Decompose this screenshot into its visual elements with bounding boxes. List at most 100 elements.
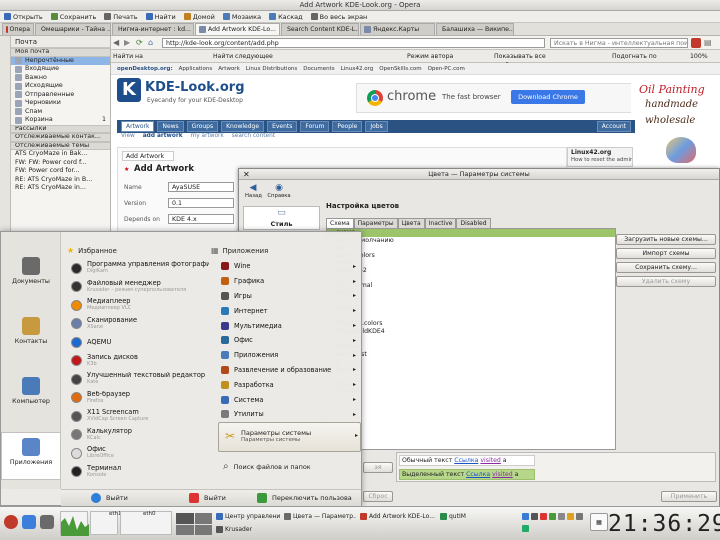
home-icon[interactable]: ⌂	[148, 38, 158, 48]
mail-section-header[interactable]: Рассылки	[11, 124, 110, 133]
mail-folder[interactable]: Исходящие	[11, 82, 110, 91]
leave-button-1[interactable]: Выйти	[91, 493, 128, 503]
opendesktop-nav-item[interactable]: Documents	[303, 66, 334, 72]
tray-flag-icon[interactable]	[540, 513, 547, 520]
cpu-graph[interactable]	[60, 511, 89, 536]
scheme-item[interactable]: ...Frost	[327, 290, 615, 298]
mail-badge-icon[interactable]	[691, 38, 701, 48]
url-field[interactable]: http://kde-look.org/content/add.php	[162, 38, 545, 48]
browser-tab[interactable]: Search Content KDE-L...	[281, 23, 359, 35]
favorite-item[interactable]: Программа управления фотографиямиDigiKam	[67, 259, 209, 278]
net-graph-2[interactable]: eth0	[120, 511, 172, 535]
scheme-item[interactable]: ...a	[327, 358, 615, 366]
download-chrome-button[interactable]: Download Chrome	[511, 90, 585, 104]
scheme-action-button[interactable]: Сохранить схему...	[616, 262, 716, 273]
site-nav-item[interactable]: Groups	[186, 121, 219, 132]
site-title[interactable]: KDE-Look.org	[145, 80, 245, 95]
form-field-input[interactable]: KDE 4.x	[168, 214, 234, 224]
scheme-item[interactable]	[327, 335, 615, 343]
style-category[interactable]: ▭ Стиль	[243, 206, 320, 230]
form-field-input[interactable]: AyaSUSE	[168, 182, 234, 192]
mail-thread[interactable]: FW: FW: Power cord f...	[11, 159, 110, 168]
side-ad[interactable]: Oil Painting handmade wholesale	[631, 77, 720, 171]
mail-folder[interactable]: Входящие	[11, 65, 110, 74]
mail-folder[interactable]: Корзина 1	[11, 116, 110, 125]
menu-icon[interactable]: ▤	[704, 38, 714, 48]
left-fragment-button[interactable]: эя	[363, 462, 393, 473]
dialog-tab[interactable]: Цвета	[397, 218, 425, 228]
desktop-4[interactable]	[194, 524, 212, 535]
desktop-1[interactable]	[176, 513, 194, 524]
browser-tab[interactable]: Add Artwork KDE-Lo...	[195, 23, 280, 35]
desktop-2[interactable]	[194, 513, 212, 524]
mail-thread[interactable]: RE: ATS CryoMaze in B...	[11, 176, 110, 185]
switch-user-button[interactable]: Переключить пользова	[257, 493, 352, 503]
calendar-icon[interactable]: ▦	[590, 513, 608, 531]
scheme-item[interactable]: ...nt_new	[327, 343, 615, 351]
zoom-level[interactable]: 100%	[690, 52, 718, 61]
toolbar-item[interactable]: Сохранить	[50, 13, 96, 21]
mail-folder[interactable]: Непрочтённые	[11, 56, 110, 65]
scheme-item[interactable]: ...bunny.colors	[327, 252, 615, 260]
find-next-button[interactable]: Найти следующее	[213, 52, 273, 61]
scheme-item[interactable]	[327, 396, 615, 404]
favorite-item[interactable]: Улучшенный текстовый редактор Kate	[67, 370, 209, 389]
net-graph-1[interactable]: eth1	[90, 511, 122, 535]
sub-nav-item[interactable]: View	[121, 133, 135, 142]
scheme-item[interactable]: ...ess	[327, 244, 615, 252]
opendesktop-nav-item[interactable]: Artwork	[218, 66, 240, 72]
scheme-action-button[interactable]: Импорт схемы	[616, 248, 716, 259]
opendesktop-nav-item[interactable]: Linux42.org	[341, 66, 374, 72]
opendesktop-nav-item[interactable]: Open-PC.com	[428, 66, 465, 72]
mail-thread[interactable]: ATS CryoMaze in Bak...	[11, 150, 110, 159]
app-category[interactable]: Интернет ▸	[217, 303, 361, 318]
site-nav-item[interactable]: Jobs	[365, 121, 388, 132]
favorite-item[interactable]: Медиаплеер Медиаплеер VLC	[67, 296, 209, 315]
toolbar-item[interactable]: Печать	[104, 13, 138, 21]
favorite-item[interactable]: X11 Screencam XVidCap Screen Capture	[67, 407, 209, 426]
close-icon[interactable]: ✕	[243, 169, 250, 180]
search-field[interactable]: Искать в Нигма - интеллектуальная поиско…	[550, 38, 688, 48]
dialog-tab[interactable]: Disabled	[456, 218, 491, 228]
browser-tab[interactable]: Балашиха — Википе...	[436, 23, 514, 35]
reset-button[interactable]: Сброс	[363, 491, 393, 502]
scheme-item[interactable]: ...rkRedGoldKDE4	[327, 328, 615, 336]
scheme-item[interactable]: ...ance	[327, 259, 615, 267]
fit-width-button[interactable]: Подогнать по ширине	[612, 52, 682, 69]
favorite-item[interactable]: Файловый менеджер Krusader – режим суперп…	[67, 278, 209, 297]
site-nav-item[interactable]: Forum	[300, 121, 330, 132]
favorite-item[interactable]: Запись дисков K3b	[67, 352, 209, 371]
terminal-launcher-icon[interactable]	[40, 515, 54, 529]
app-category[interactable]: Утилиты ▸	[217, 407, 361, 422]
scheme-item[interactable]: ...Eyes	[327, 381, 615, 389]
chrome-ad[interactable]: chrome The fast browser Download Chrome	[356, 83, 636, 113]
opendesktop-nav-item[interactable]: Applications	[179, 66, 213, 72]
author-mode-button[interactable]: Режим автора	[407, 52, 467, 61]
dialog-tab[interactable]: Схема	[326, 218, 354, 228]
linux42-link[interactable]: How to reset the admin	[568, 157, 632, 163]
task-button[interactable]: Цвета — Параметр...	[282, 511, 356, 522]
browser-tab[interactable]: Опера	[2, 23, 34, 35]
site-nav-item[interactable]: Account	[596, 121, 631, 132]
scheme-item[interactable]	[327, 373, 615, 381]
task-button[interactable]: Krusader	[214, 524, 280, 535]
scheme-item[interactable]: ...reen Frost	[327, 351, 615, 359]
toolbar-item[interactable]: Каскад	[269, 13, 303, 21]
browser-tab[interactable]: Нигма-интернет : kd...	[112, 23, 194, 35]
toolbar-item[interactable]: Во весь экран	[310, 13, 367, 21]
place-item[interactable]: Компьютер	[1, 372, 61, 420]
back-icon[interactable]: ◀	[113, 38, 123, 48]
app-category[interactable]: Система ▸	[217, 392, 361, 407]
task-button[interactable]: Add Artwork KDE-Lo...	[358, 511, 436, 522]
favorite-item[interactable]: Сканирование XSane	[67, 315, 209, 334]
opendesktop-nav-item[interactable]: OpenSkills.com	[379, 66, 421, 72]
app-launcher-icon[interactable]	[22, 515, 36, 529]
dialog-tab[interactable]: Inactive	[424, 218, 457, 228]
place-item[interactable]: Контакты	[1, 312, 61, 360]
scheme-item[interactable]: ...Colors	[327, 305, 615, 313]
opendesktop-nav-item[interactable]: openDesktop.org:	[117, 66, 173, 72]
app-category[interactable]: Игры ▸	[217, 289, 361, 304]
mail-thread[interactable]: FW: Power cord for...	[11, 167, 110, 176]
scheme-item[interactable]: ...rayon_0-2	[327, 267, 615, 275]
scheme-item[interactable]: ...baks	[327, 366, 615, 374]
